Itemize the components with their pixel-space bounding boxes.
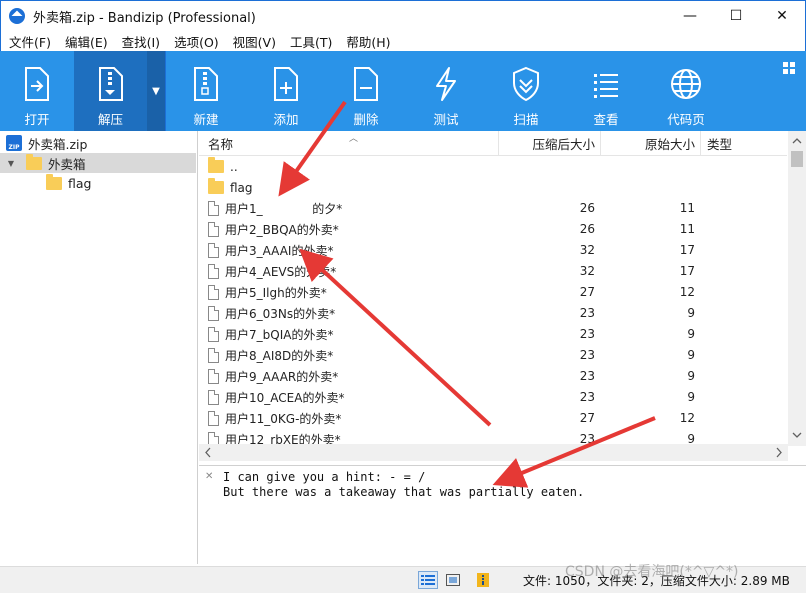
open-button[interactable]: 打开 — [0, 51, 74, 131]
extract-icon — [94, 65, 128, 103]
list-item[interactable]: 用户1_ 的夕* 26 11 — [199, 198, 787, 219]
window-controls: — ☐ ✕ — [667, 1, 805, 31]
new-archive-icon — [189, 65, 223, 103]
extract-dropdown-chevron-icon[interactable]: ▼ — [147, 51, 165, 131]
tree-item-archive[interactable]: ZIP 外卖箱.zip — [0, 133, 196, 153]
codepage-button[interactable]: 代码页 — [646, 51, 726, 131]
file-rows: .. flag 用户1_ 的夕* 26 11 用户2_BBQA的外卖* 26 1… — [199, 156, 787, 446]
shield-icon — [509, 65, 543, 103]
new-button[interactable]: 新建 — [166, 51, 246, 131]
menu-find[interactable]: 查找(I) — [114, 32, 166, 51]
vertical-scrollbar[interactable] — [788, 131, 806, 446]
bandizip-app-icon — [9, 8, 25, 24]
file-list: 名称 ︿ 压缩后大小 原始大小 类型 .. flag 用户1_ 的夕* 26 1… — [199, 131, 806, 461]
archive-info-icon[interactable] — [473, 571, 493, 589]
open-icon — [20, 65, 54, 103]
file-icon — [208, 285, 219, 300]
menu-file[interactable]: 文件(F) — [1, 32, 57, 51]
file-icon — [208, 201, 219, 216]
menu-view[interactable]: 视图(V) — [225, 32, 282, 51]
add-button[interactable]: 添加 — [246, 51, 326, 131]
file-icon — [208, 306, 219, 321]
column-name[interactable]: 名称 ︿ — [199, 131, 499, 156]
globe-icon — [669, 65, 703, 103]
expand-chevron-icon[interactable]: ▼ — [6, 159, 16, 168]
column-original-size[interactable]: 原始大小 — [601, 131, 701, 156]
menu-help[interactable]: 帮助(H) — [338, 32, 396, 51]
scrollbar-thumb[interactable] — [791, 151, 803, 167]
folder-icon — [26, 153, 42, 170]
close-button[interactable]: ✕ — [759, 1, 805, 31]
tree-item-folder[interactable]: ▼ 外卖箱 — [0, 153, 196, 173]
list-item[interactable]: 用户9_AAAR的外卖* 23 9 — [199, 366, 787, 387]
file-icon — [208, 390, 219, 405]
list-item[interactable]: 用户6_03Ns的外卖* 23 9 — [199, 303, 787, 324]
view-button[interactable]: 查看 — [566, 51, 646, 131]
zip-file-icon: ZIP — [6, 135, 22, 151]
file-icon — [208, 369, 219, 384]
archive-comment-panel: ✕ I can give you a hint: - = / But there… — [199, 465, 806, 564]
list-item[interactable]: 用户4_AEVS的外卖* 32 17 — [199, 261, 787, 282]
title-bar: 外卖箱.zip - Bandizip (Professional) — ☐ ✕ — [0, 0, 806, 31]
column-compressed-size[interactable]: 压缩后大小 — [499, 131, 601, 156]
column-type[interactable]: 类型 — [701, 131, 787, 156]
file-icon — [208, 222, 219, 237]
list-item[interactable]: 用户10_ACEA的外卖* 23 9 — [199, 387, 787, 408]
delete-button[interactable]: 删除 — [326, 51, 406, 131]
scan-button[interactable]: 扫描 — [486, 51, 566, 131]
details-view-icon[interactable] — [418, 571, 438, 589]
list-header: 名称 ︿ 压缩后大小 原始大小 类型 — [199, 131, 787, 156]
tree-item-flag[interactable]: flag — [0, 173, 196, 193]
window-title: 外卖箱.zip - Bandizip (Professional) — [33, 10, 256, 26]
file-icon — [208, 243, 219, 258]
file-icon — [208, 348, 219, 363]
sort-ascending-icon: ︿ — [349, 134, 359, 144]
minimize-button[interactable]: — — [667, 1, 713, 31]
folder-icon — [208, 178, 224, 194]
menu-edit[interactable]: 编辑(E) — [57, 32, 114, 51]
folder-tree: ZIP 外卖箱.zip ▼ 外卖箱 flag — [0, 131, 198, 564]
list-item[interactable]: 用户3_AAAI的外卖* 32 17 — [199, 240, 787, 261]
list-item[interactable]: 用户8_AI8D的外卖* 23 9 — [199, 345, 787, 366]
list-item[interactable]: 用户11_0KG-的外卖* 27 12 — [199, 408, 787, 429]
file-icon — [208, 327, 219, 342]
horizontal-scrollbar[interactable] — [199, 444, 788, 461]
menu-options[interactable]: 选项(O) — [166, 32, 225, 51]
preview-view-icon[interactable] — [443, 571, 463, 589]
list-item[interactable]: 用户7_bQIA的外卖* 23 9 — [199, 324, 787, 345]
layout-grid-icon[interactable] — [782, 61, 796, 75]
menu-tools[interactable]: 工具(T) — [282, 32, 338, 51]
list-item[interactable]: flag — [199, 177, 787, 198]
extract-button[interactable]: 解压 — [74, 51, 147, 131]
menu-bar: 文件(F) 编辑(E) 查找(I) 选项(O) 视图(V) 工具(T) 帮助(H… — [0, 31, 806, 51]
file-icon — [208, 411, 219, 426]
comment-text: I can give you a hint: - = / But there w… — [223, 470, 585, 499]
folder-icon — [208, 157, 224, 173]
close-comment-icon[interactable]: ✕ — [205, 471, 213, 482]
list-item[interactable]: .. — [199, 156, 787, 177]
add-file-icon — [269, 65, 303, 103]
delete-file-icon — [349, 65, 383, 103]
lightning-icon — [429, 65, 463, 103]
watermark: CSDN @去看海吧(*^▽^*) — [565, 564, 739, 580]
toolbar: 打开 解压 ▼ 新建 添加 删除 测试 扫描 查看 代码页 — [0, 51, 806, 131]
test-button[interactable]: 测试 — [406, 51, 486, 131]
file-icon — [208, 264, 219, 279]
list-item[interactable]: 用户2_BBQA的外卖* 26 11 — [199, 219, 787, 240]
maximize-button[interactable]: ☐ — [713, 1, 759, 31]
list-item[interactable]: 用户5_Ilgh的外卖* 27 12 — [199, 282, 787, 303]
folder-icon — [46, 173, 62, 190]
list-view-icon — [589, 65, 623, 103]
